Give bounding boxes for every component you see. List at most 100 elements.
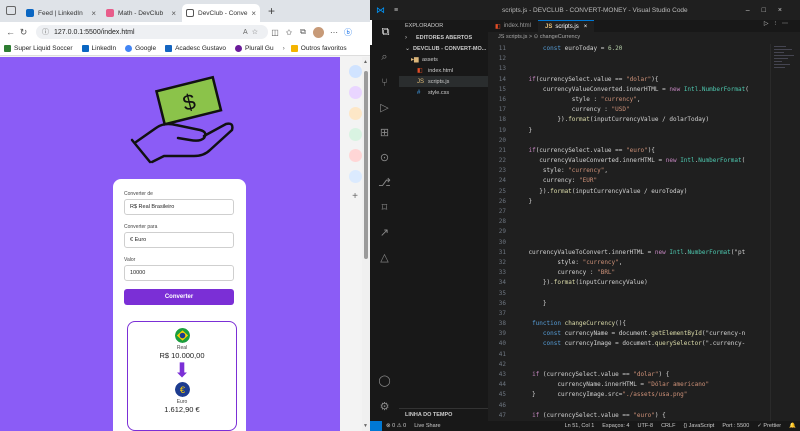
code-line[interactable]: 18 }).format(inputCurrencyValue / dolarT… [488,115,800,125]
code-line[interactable]: 31 currencyValueToConvert.innerHTML = ne… [488,248,800,258]
refresh-icon[interactable]: ↻ [17,27,30,38]
code-line[interactable]: 35 [488,289,800,299]
tab-linkedin[interactable]: Feed | LinkedIn × [22,4,100,22]
tab-actions-icon[interactable] [6,6,16,15]
close-icon[interactable]: × [91,9,96,18]
profile-avatar[interactable] [313,26,324,38]
explorer-item-style[interactable]: # style.css [399,87,488,98]
explorer-item-scripts[interactable]: JS scripts.js [399,76,488,87]
tab-devclub[interactable]: DevClub - Conve × [182,4,260,22]
tab-scripts-js[interactable]: JS scripts.js × [538,20,595,32]
code-line[interactable]: 40 const currencyImage = document.queryS… [488,339,800,349]
remote-indicator[interactable] [370,421,382,431]
notifications-icon[interactable]: 🔔 [789,423,796,429]
address-bar[interactable]: ⓘ 127.0.0.1:5500/index.html A☆ [36,25,268,39]
code-line[interactable]: 12 [488,54,800,64]
timeline-section[interactable]: LINHA DO TEMPO [399,408,488,421]
minimap[interactable] [770,44,800,421]
more-icon[interactable]: ⋯ [327,28,341,37]
editor-actions-icon[interactable]: ▷⫶⋯ [758,20,800,32]
scroll-thumb[interactable] [364,71,368,259]
code-line[interactable]: 28 [488,217,800,227]
code-line[interactable]: 19 } [488,126,800,136]
favorite-item[interactable]: Acadesc Gustavo [165,45,226,52]
code-line[interactable]: 24 currency: "EUR" [488,176,800,186]
code-line[interactable]: 15 currencyValueConverted.innerHTML = ne… [488,85,800,95]
prettier-status[interactable]: ✓ Prettier [757,423,781,429]
cursor-position[interactable]: Ln 51, Col 1 [565,423,595,429]
code-line[interactable]: 47 if (currencySelect.value == "euro") { [488,411,800,421]
explorer-item-index[interactable]: ◧ index.html [399,65,488,76]
convert-button[interactable]: Converter [124,289,234,305]
code-line[interactable]: 43 if (currencySelect.value == "dolar") … [488,370,800,380]
scrollbar[interactable]: ▲ ▼ [362,57,370,431]
collections-icon[interactable]: ⧉ [296,27,310,37]
bing-icon[interactable]: ⓑ [341,27,355,38]
code-line[interactable]: 33 currency : "BRL" [488,268,800,278]
close-icon[interactable]: × [251,9,256,18]
azure-icon[interactable]: △ [370,245,399,270]
code-line[interactable]: 11 const euroToday = 6.20 [488,44,800,54]
split-screen-icon[interactable]: ◫ [268,28,282,37]
code-line[interactable]: 44 currencyName.innerHTML = "Dólar ameri… [488,380,800,390]
new-tab-button[interactable]: + [268,4,275,18]
back-icon[interactable]: ← [4,27,17,37]
code-line[interactable]: 38 function changeCurrency(){ [488,319,800,329]
settings-gear-icon[interactable]: ⚙ [370,394,399,419]
git-graph-icon[interactable]: ⎇ [370,170,399,195]
explorer-item-assets[interactable]: ▸▆ assets [399,54,488,65]
code-line[interactable]: 36 } [488,299,800,309]
tab-index-html[interactable]: ◧ index.html [488,20,538,32]
favorite-item[interactable]: Google [125,45,156,52]
favorite-item[interactable]: Super Liquid Soccer [4,45,73,52]
account-icon[interactable]: ◯ [370,368,399,393]
code-line[interactable]: 29 [488,227,800,237]
code-line[interactable]: 27 [488,207,800,217]
explorer-icon[interactable]: ⧉ [370,20,399,45]
problems-status[interactable]: ⊗ 0 ⚠ 0 [386,423,406,429]
workspace-folder[interactable]: ⌄ DEVCLUB - CONVERT-MO... [399,43,488,54]
code-line[interactable]: 13 [488,64,800,74]
value-input[interactable]: 10000 [124,265,234,281]
favorite-item[interactable]: LinkedIn [81,45,116,52]
tab-math[interactable]: Math - DevClub × [102,4,180,22]
breadcrumb[interactable]: JS scripts.js > ⊙ changeCurrency [488,32,800,44]
favorite-item[interactable]: Plurall Gu [235,45,274,52]
code-line[interactable]: 41 [488,350,800,360]
code-line[interactable]: 32 style: "currency", [488,258,800,268]
office-icon[interactable] [348,149,362,162]
menu-more[interactable]: ≡ [394,7,398,14]
code-line[interactable]: 20 [488,136,800,146]
bookmark-icon[interactable]: ⌑ [370,195,399,220]
code-line[interactable]: 45 } currencyImage.src="./assets/usa.png… [488,390,800,400]
indentation-status[interactable]: Espaços: 4 [602,423,629,429]
code-line[interactable]: 23 style: "currency", [488,166,800,176]
live-share-icon[interactable]: ↗ [370,220,399,245]
code-line[interactable]: 17 currency : "USD" [488,105,800,115]
code-line[interactable]: 46 [488,401,800,411]
open-editors-section[interactable]: › EDITORES ABERTOS [399,32,488,43]
to-currency-select[interactable]: € Euro [124,232,234,248]
shopping-icon[interactable] [348,86,362,99]
code-line[interactable]: 25 }).format(inputCurrencyValue / euroTo… [488,187,800,197]
outlook-icon[interactable] [348,170,362,183]
eol-status[interactable]: CRLF [661,423,675,429]
search-icon[interactable]: ⌕ [370,45,399,70]
games-icon[interactable] [348,128,362,141]
tools-icon[interactable] [348,107,362,120]
code-editor[interactable]: 11 const euroToday = 6.20 12 13 14 if(curre… [488,44,800,421]
code-line[interactable]: 37 [488,309,800,319]
remote-icon[interactable]: ⊙ [370,145,399,170]
extensions-icon[interactable]: ⊞ [370,120,399,145]
language-status[interactable]: {} JavaScript [683,423,714,429]
favorite-folder[interactable]: Outros favoritos [290,45,347,52]
live-share-status[interactable]: Live Share [414,423,440,429]
code-line[interactable]: 34 }).format(inputCurrencyValue) [488,278,800,288]
from-currency-select[interactable]: R$ Real Brasileiro [124,199,234,215]
scroll-up-icon[interactable]: ▲ [363,59,368,65]
code-line[interactable]: 16 style : "currency", [488,95,800,105]
code-line[interactable]: 26 } [488,197,800,207]
code-line[interactable]: 39 const currencyName = document.getElem… [488,329,800,339]
code-line[interactable]: 42 [488,360,800,370]
close-icon[interactable]: × [171,9,176,18]
